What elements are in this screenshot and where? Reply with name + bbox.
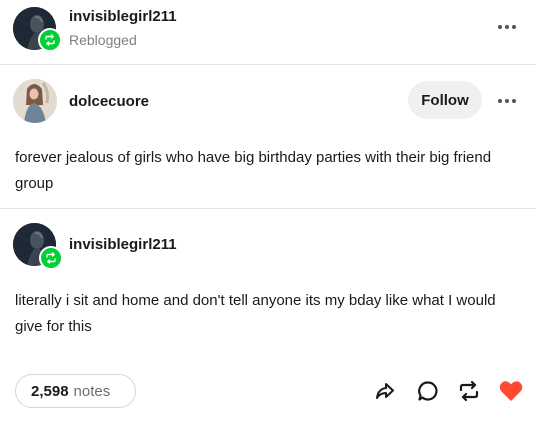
follow-button[interactable]: Follow: [408, 81, 482, 119]
post-more-options-icon[interactable]: [498, 99, 516, 103]
original-post-text: forever jealous of girls who have big bi…: [15, 149, 492, 192]
original-poster-avatar[interactable]: [13, 79, 57, 123]
original-poster-username[interactable]: dolcecuore: [69, 93, 149, 110]
share-icon[interactable]: [372, 378, 398, 404]
reblogger-username[interactable]: invisiblegirl211: [69, 8, 177, 25]
notes-label: notes: [73, 382, 111, 400]
divider: [0, 208, 536, 209]
notes-count: 2,598: [31, 382, 69, 400]
reblog-author-username[interactable]: invisiblegirl211: [69, 236, 177, 253]
reblog-badge-icon: [39, 246, 63, 270]
notes-button[interactable]: 2,598 notes: [15, 374, 136, 408]
divider: [0, 64, 536, 65]
more-options-icon[interactable]: [498, 25, 516, 29]
like-icon[interactable]: [498, 378, 524, 404]
reblogged-label: Reblogged: [69, 32, 137, 48]
reblog-icon[interactable]: [456, 378, 482, 404]
reblog-badge-icon: [38, 28, 62, 52]
reblog-text: literally i sit and home and don't tell …: [15, 292, 496, 335]
reply-icon[interactable]: [415, 378, 441, 404]
